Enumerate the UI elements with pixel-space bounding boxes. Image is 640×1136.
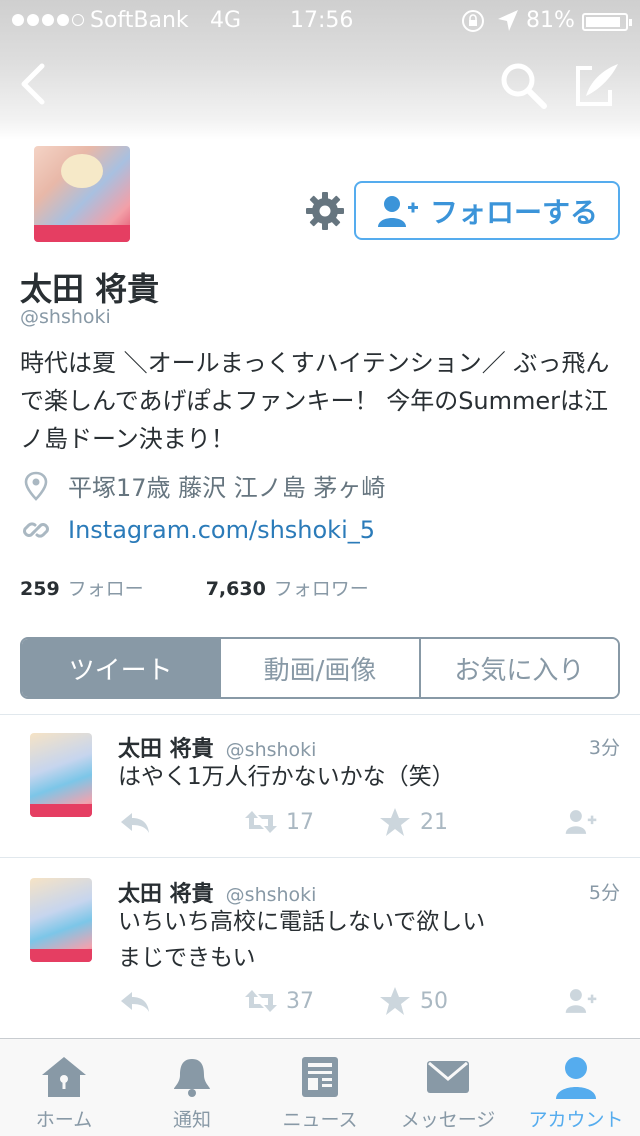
followers-label: フォロワー — [273, 578, 369, 600]
add-user-icon — [565, 810, 597, 834]
carrier-label: SoftBank — [90, 8, 189, 33]
profile-name: 太田 将貴 — [20, 270, 160, 308]
bottom-tab-bar: ホーム 通知 ニュース メッセージ アカウント — [0, 1038, 640, 1136]
tabbar-item-notifications[interactable]: 通知 — [128, 1039, 256, 1136]
back-chevron-icon[interactable] — [18, 62, 48, 106]
reply-button[interactable] — [118, 986, 160, 1016]
tabbar-item-account[interactable]: アカウント — [512, 1039, 640, 1136]
profile-avatar[interactable] — [28, 140, 136, 248]
profile-link[interactable]: Instagram.com/shshoki_5 — [20, 514, 375, 546]
retweet-icon — [245, 811, 277, 833]
tweet-timestamp: 3分 — [588, 737, 620, 759]
envelope-icon — [427, 1061, 469, 1093]
bell-icon — [174, 1059, 210, 1097]
tabbar-label: ニュース — [282, 1109, 358, 1131]
tweet-text: はやく1万人行かないかな（笑） — [118, 764, 455, 790]
following-count: 259 — [20, 578, 60, 600]
location-arrow-icon — [498, 10, 518, 31]
reply-icon — [121, 992, 149, 1012]
header: SoftBank 4G 17:56 81% — [0, 0, 640, 140]
retweet-icon — [245, 990, 277, 1012]
clock: 17:56 — [290, 8, 354, 33]
tab-media[interactable]: 動画/画像 — [219, 639, 419, 697]
status-bar: SoftBank 4G 17:56 81% — [0, 8, 640, 36]
follow-author-button[interactable] — [564, 986, 606, 1016]
tweet-timestamp: 5分 — [588, 882, 620, 904]
network-label: 4G — [210, 8, 242, 33]
profile-bio: 時代は夏 ＼オールまっくすハイテンション／ ぶっ飛んで楽しんであげぽよファンキー… — [20, 349, 610, 453]
follow-button-label: フォローする — [429, 195, 598, 229]
tweet-author-handle: @shshoki — [225, 884, 317, 906]
favorite-button[interactable]: 50 — [378, 986, 448, 1016]
favorite-button[interactable]: 21 — [378, 807, 448, 837]
link-icon — [23, 522, 49, 538]
profile-tabs: ツイート 動画/画像 お気に入り — [20, 637, 620, 699]
tabbar-item-news[interactable]: ニュース — [256, 1039, 384, 1136]
reply-button[interactable] — [118, 807, 160, 837]
reply-icon — [121, 813, 149, 833]
tabbar-item-messages[interactable]: メッセージ — [384, 1039, 512, 1136]
person-icon — [556, 1057, 596, 1099]
battery-icon — [582, 13, 632, 31]
followers-count: 7,630 — [205, 578, 266, 600]
tweet-item[interactable]: 太田 将貴 @shshoki 5分 いちいち高校に電話しないで欲しい まじできも… — [0, 858, 640, 1036]
rotation-lock-icon — [462, 10, 484, 32]
tweet-avatar[interactable] — [30, 878, 92, 962]
home-icon — [42, 1057, 86, 1097]
tabbar-label: 通知 — [172, 1109, 211, 1131]
tabbar-item-home[interactable]: ホーム — [0, 1039, 128, 1136]
tweet-actions: 17 21 — [118, 807, 618, 841]
retweet-button[interactable]: 37 — [244, 986, 314, 1016]
follow-author-button[interactable] — [564, 807, 606, 837]
retweet-count: 17 — [286, 809, 314, 835]
search-icon[interactable] — [498, 60, 548, 110]
tweet-author-handle: @shshoki — [225, 739, 317, 761]
following-label: フォロー — [67, 578, 144, 600]
star-icon — [380, 808, 410, 836]
avatar-image — [34, 146, 130, 242]
add-user-icon — [377, 195, 418, 227]
link-text[interactable]: Instagram.com/shshoki_5 — [68, 516, 375, 544]
signal-dots — [12, 14, 84, 26]
tweet-text: いちいち高校に電話しないで欲しい まじできもい — [118, 909, 486, 971]
favorite-count: 21 — [420, 809, 448, 835]
profile-location: 平塚17歳 藤沢 江ノ島 茅ヶ崎 — [20, 468, 385, 503]
following-stat[interactable]: 259 フォロー — [20, 574, 144, 601]
tab-favorites[interactable]: お気に入り — [418, 639, 618, 697]
tab-tweets[interactable]: ツイート — [22, 639, 220, 697]
retweet-count: 37 — [286, 988, 314, 1014]
profile-stats: 259 フォロー 7,630 フォロワー — [20, 574, 369, 601]
tweet-avatar[interactable] — [30, 733, 92, 817]
profile-handle: @shshoki — [20, 306, 111, 328]
compose-icon[interactable] — [572, 60, 622, 110]
tabbar-label: メッセージ — [400, 1109, 496, 1131]
tabbar-label: ホーム — [35, 1109, 93, 1131]
retweet-button[interactable]: 17 — [244, 807, 314, 837]
star-icon — [380, 987, 410, 1015]
map-pin-icon — [24, 471, 48, 501]
battery-percent: 81% — [526, 8, 575, 33]
favorite-count: 50 — [420, 988, 448, 1014]
follow-button[interactable]: フォローする — [354, 181, 620, 240]
tweet-actions: 37 50 — [118, 986, 618, 1020]
followers-stat[interactable]: 7,630 フォロワー — [206, 574, 369, 601]
gear-icon[interactable] — [304, 190, 346, 232]
news-icon — [302, 1057, 338, 1097]
tabbar-label: アカウント — [528, 1109, 624, 1131]
tweet-item[interactable]: 太田 将貴 @shshoki 3分 はやく1万人行かないかな（笑） 17 21 — [0, 715, 640, 857]
location-text: 平塚17歳 藤沢 江ノ島 茅ヶ崎 — [68, 474, 386, 502]
add-user-icon — [565, 989, 597, 1013]
